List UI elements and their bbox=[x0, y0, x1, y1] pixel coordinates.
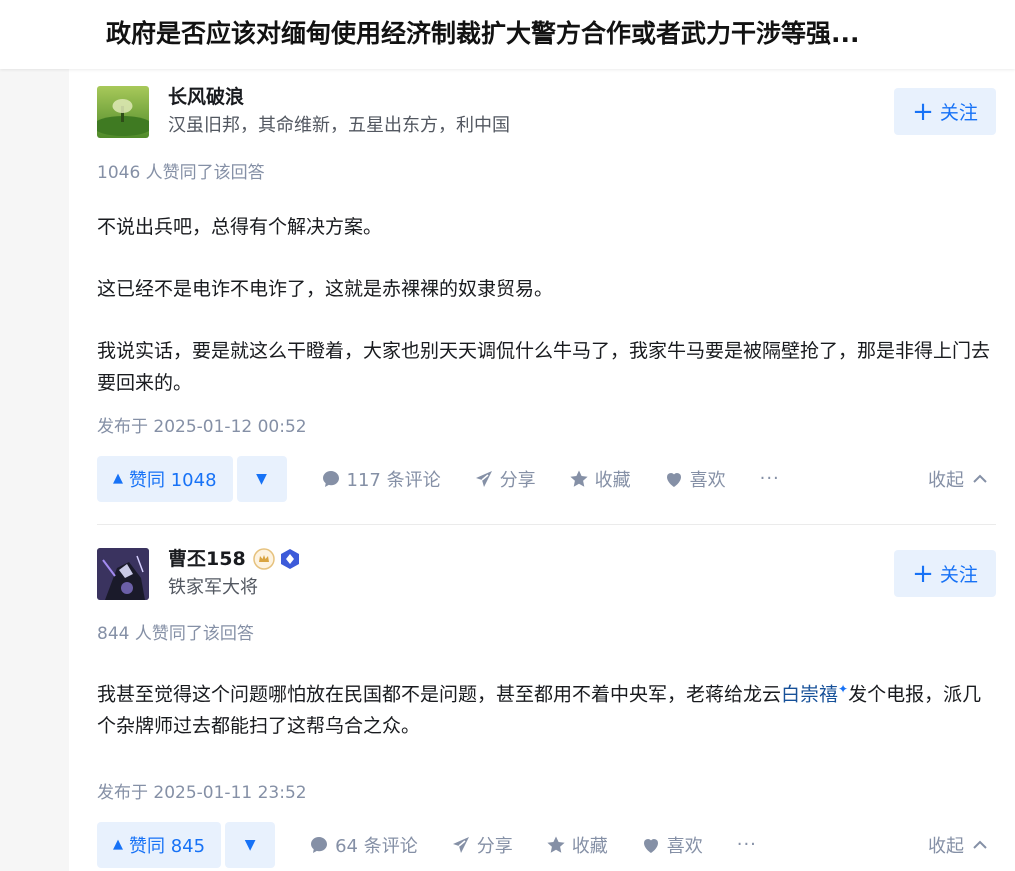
vote-down-button[interactable]: ▼ bbox=[236, 455, 287, 502]
publish-time[interactable]: 发布于 2025-01-11 23:52 bbox=[97, 778, 307, 803]
answer-list: 长风破浪 汉虽旧邦，其命维新，五星出东方，利中国 + 关注 1046 人赞同了该… bbox=[69, 69, 1015, 871]
question-title[interactable]: 政府是否应该对缅甸使用经济制裁扩大警方合作或者武力干涉等强... bbox=[106, 14, 1015, 54]
comment-button[interactable]: 117 条评论 bbox=[321, 466, 441, 492]
answer-divider bbox=[97, 524, 996, 525]
vote-up-button[interactable]: ▲ 赞同 845 bbox=[97, 821, 222, 868]
crown-badge-icon[interactable] bbox=[252, 548, 275, 570]
share-label: 分享 bbox=[499, 469, 536, 491]
answer-paragraph: 我说实话，要是就这么干瞪着，大家也别天天调侃什么牛马了，我家牛马要是被隔壁抢了，… bbox=[97, 340, 991, 394]
author-name-text[interactable]: 曹丕158 bbox=[168, 546, 246, 572]
share-icon bbox=[475, 470, 492, 487]
plus-icon: + bbox=[912, 558, 934, 589]
answer-actions: ▲ 赞同 845 ▼ 64 条评论 分享 收藏 喜欢 ··· 收起 bbox=[97, 821, 996, 868]
like-label: 喜欢 bbox=[666, 835, 703, 857]
vote-down-button[interactable]: ▼ bbox=[225, 821, 276, 868]
plus-icon: + bbox=[912, 96, 934, 127]
triangle-down-icon: ▼ bbox=[244, 836, 256, 853]
vote-up-button[interactable]: ▲ 赞同 1048 bbox=[97, 455, 233, 502]
follow-label: 关注 bbox=[939, 564, 978, 586]
author-headline: 汉虽旧邦，其命维新，五星出东方，利中国 bbox=[168, 115, 510, 136]
comment-label: 117 条评论 bbox=[346, 469, 441, 491]
follow-label: 关注 bbox=[939, 102, 978, 124]
vote-up-label: 赞同 845 bbox=[129, 835, 206, 857]
heart-icon bbox=[643, 838, 658, 853]
more-button[interactable]: ··· bbox=[737, 834, 757, 855]
vote-summary: 844 人赞同了该回答 bbox=[97, 624, 254, 644]
paragraph-text: 我甚至觉得这个问题哪怕放在民国都不是问题，甚至都用不着中央军，老蒋给龙云 bbox=[97, 683, 782, 706]
author-name[interactable]: 曹丕158 bbox=[168, 546, 301, 572]
answer-actions: ▲ 赞同 1048 ▼ 117 条评论 分享 收藏 喜欢 ··· 收起 bbox=[97, 455, 996, 502]
triangle-down-icon: ▼ bbox=[256, 470, 267, 487]
answer-content: 我甚至觉得这个问题哪怕放在民国都不是问题，甚至都用不着中央军，老蒋给龙云白崇禧✦… bbox=[97, 673, 996, 772]
publish-time[interactable]: 发布于 2025-01-12 00:52 bbox=[97, 412, 307, 437]
star-icon bbox=[570, 470, 588, 487]
share-button[interactable]: 分享 bbox=[451, 832, 513, 858]
collect-label: 收藏 bbox=[571, 835, 608, 857]
answer-paragraph: 不说出兵吧，总得有个解决方案。 bbox=[97, 216, 383, 238]
like-button[interactable]: 喜欢 bbox=[641, 832, 703, 858]
share-button[interactable]: 分享 bbox=[474, 466, 536, 492]
collapse-button[interactable]: 收起 bbox=[928, 466, 988, 492]
chevron-up-icon bbox=[973, 840, 987, 849]
author-name-text[interactable]: 长风破浪 bbox=[168, 84, 244, 110]
sparkle-icon: ✦ bbox=[838, 682, 849, 696]
vote-summary: 1046 人赞同了该回答 bbox=[97, 163, 265, 183]
heart-icon bbox=[666, 472, 681, 487]
left-gutter bbox=[0, 69, 69, 871]
entity-link[interactable]: 白崇禧 bbox=[781, 683, 838, 705]
answer-paragraph: 我甚至觉得这个问题哪怕放在民国都不是问题，甚至都用不着中央军，老蒋给龙云白崇禧✦… bbox=[97, 673, 996, 742]
triangle-up-icon: ▲ bbox=[113, 471, 123, 486]
collapse-label: 收起 bbox=[928, 835, 964, 857]
star-icon bbox=[547, 836, 565, 853]
more-button[interactable]: ··· bbox=[760, 468, 780, 489]
answer-paragraph: 这已经不是电诈不电诈了，这就是赤裸裸的奴隶贸易。 bbox=[97, 278, 554, 300]
collect-button[interactable]: 收藏 bbox=[569, 466, 631, 492]
comment-icon bbox=[322, 470, 339, 487]
collapse-label: 收起 bbox=[928, 469, 964, 491]
diamond-badge-icon[interactable] bbox=[279, 548, 301, 570]
share-label: 分享 bbox=[476, 835, 513, 857]
follow-button[interactable]: + 关注 bbox=[894, 88, 996, 135]
author-headline: 铁家军大将 bbox=[168, 577, 258, 598]
like-label: 喜欢 bbox=[689, 469, 726, 491]
collect-button[interactable]: 收藏 bbox=[546, 832, 608, 858]
answer-content: 不说出兵吧，总得有个解决方案。 这已经不是电诈不电诈了，这就是赤裸裸的奴隶贸易。… bbox=[97, 211, 996, 429]
collapse-button[interactable]: 收起 bbox=[928, 832, 988, 858]
avatar[interactable] bbox=[97, 548, 149, 600]
vote-up-label: 赞同 1048 bbox=[129, 469, 217, 491]
triangle-up-icon: ▲ bbox=[113, 837, 123, 852]
comment-icon bbox=[311, 836, 328, 853]
like-button[interactable]: 喜欢 bbox=[664, 466, 726, 492]
collect-label: 收藏 bbox=[594, 469, 631, 491]
comment-label: 64 条评论 bbox=[335, 835, 418, 857]
author-name[interactable]: 长风破浪 bbox=[168, 84, 244, 110]
question-header: 政府是否应该对缅甸使用经济制裁扩大警方合作或者武力干涉等强... bbox=[0, 0, 1015, 69]
follow-button[interactable]: + 关注 bbox=[894, 550, 996, 597]
chevron-up-icon bbox=[973, 474, 987, 483]
avatar[interactable] bbox=[97, 86, 149, 138]
comment-button[interactable]: 64 条评论 bbox=[309, 832, 418, 858]
share-icon bbox=[452, 836, 469, 853]
